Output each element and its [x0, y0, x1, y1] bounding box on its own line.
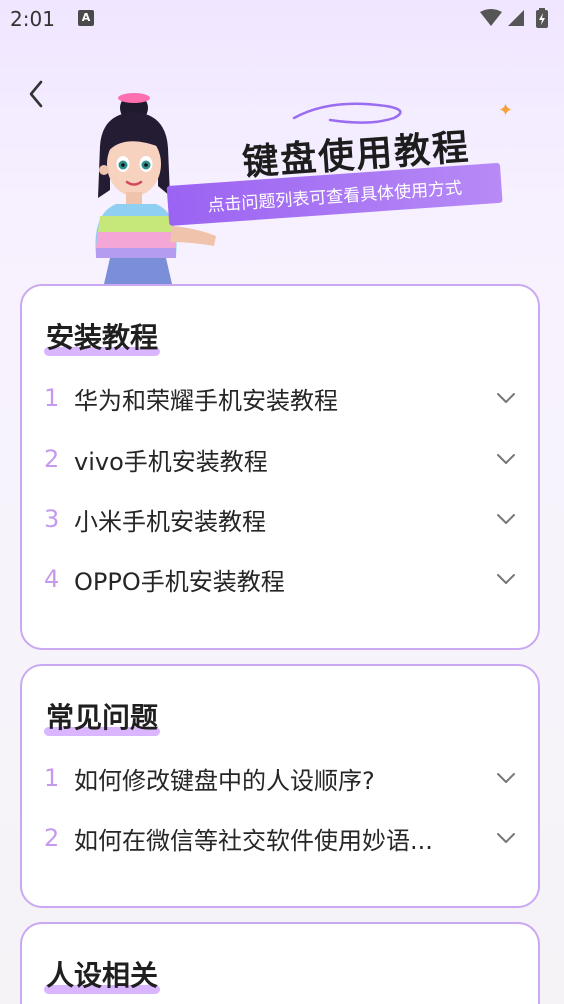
signal-icon — [508, 10, 524, 26]
chevron-down-icon — [492, 565, 520, 593]
item-number: 2 — [44, 445, 60, 473]
item-number: 3 — [44, 505, 60, 533]
section-title: 常见问题 — [46, 701, 159, 734]
section-card-faq: 常见问题 1 如何修改键盘中的人设顺序? 2 如何在微信等社交软件使用妙语... — [20, 664, 540, 908]
battery-icon — [536, 8, 548, 28]
list-item[interactable]: 2 如何在微信等社交软件使用妙语... — [44, 816, 520, 860]
chevron-down-icon — [492, 764, 520, 792]
list-item[interactable]: 3 小米手机安装教程 — [44, 497, 520, 541]
section-card-persona: 人设相关 — [20, 922, 540, 1004]
back-button[interactable] — [18, 74, 54, 114]
section-title: 人设相关 — [46, 959, 159, 992]
section-title-wrap: 常见问题 — [44, 696, 161, 736]
wifi-icon — [480, 9, 502, 26]
chevron-down-icon — [492, 824, 520, 852]
item-label: 华为和荣耀手机安装教程 — [74, 386, 338, 415]
item-number: 4 — [44, 565, 60, 593]
item-label: 如何修改键盘中的人设顺序? — [74, 766, 375, 795]
item-label: OPPO手机安装教程 — [74, 567, 285, 596]
list-item[interactable]: 1 华为和荣耀手机安装教程 — [44, 376, 520, 420]
status-bar: 2:01 A — [0, 0, 564, 40]
section-title: 安装教程 — [46, 321, 159, 354]
item-number: 1 — [44, 764, 60, 792]
item-number: 2 — [44, 824, 60, 852]
chevron-down-icon — [492, 384, 520, 412]
list-item[interactable]: 4 OPPO手机安装教程 — [44, 557, 520, 601]
chevron-down-icon — [492, 505, 520, 533]
sparkle-icon: ✦ — [498, 100, 514, 121]
notification-badge-icon: A — [78, 10, 94, 26]
item-label: 小米手机安装教程 — [74, 507, 266, 536]
chevron-down-icon — [492, 445, 520, 473]
chevron-left-icon — [29, 80, 43, 108]
list-item[interactable]: 2 vivo手机安装教程 — [44, 437, 520, 481]
section-title-wrap: 安装教程 — [44, 316, 161, 356]
item-label: vivo手机安装教程 — [74, 447, 268, 476]
list-item[interactable]: 1 如何修改键盘中的人设顺序? — [44, 756, 520, 800]
item-label: 如何在微信等社交软件使用妙语... — [74, 826, 433, 855]
section-card-install: 安装教程 1 华为和荣耀手机安装教程 2 vivo手机安装教程 3 小米手机安装… — [20, 284, 540, 650]
status-time: 2:01 — [10, 7, 55, 31]
section-title-wrap: 人设相关 — [44, 954, 161, 994]
item-number: 1 — [44, 384, 60, 412]
status-icons — [480, 8, 548, 28]
